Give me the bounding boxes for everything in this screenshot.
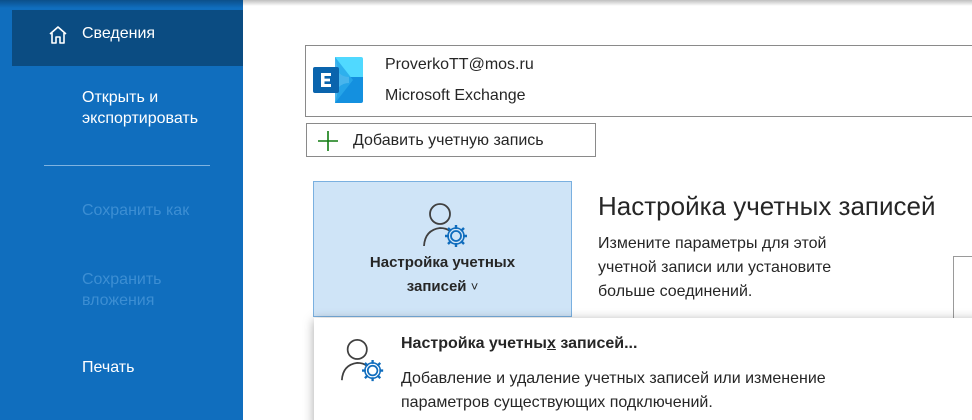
plus-icon bbox=[318, 131, 338, 151]
section-description-line2: учетной записи или установите bbox=[598, 259, 832, 276]
chevron-down-icon: ˅ bbox=[470, 279, 479, 294]
sidebar-item-print[interactable]: Печать bbox=[82, 357, 134, 378]
add-account-label: Добавить учетную запись bbox=[353, 132, 544, 149]
sidebar-item-info-label: Сведения bbox=[82, 25, 156, 42]
menu-item-title-accesskey: х bbox=[546, 335, 556, 352]
account-type: Microsoft Exchange bbox=[385, 87, 526, 104]
menu-item-account-settings[interactable]: Настройка учетных записей... bbox=[401, 333, 637, 355]
sidebar-divider bbox=[44, 165, 210, 166]
section-description-line1: Измените параметры для этой bbox=[598, 235, 827, 252]
section-title: Настройка учетных записей bbox=[598, 191, 936, 221]
menu-item-title-part1: Настройка учетны bbox=[401, 335, 547, 352]
sidebar-item-open-export-line1: Открыть и bbox=[82, 89, 159, 106]
account-settings-tile-line1: Настройка учетных bbox=[369, 254, 516, 271]
sidebar-item-save-attachments-line2: вложения bbox=[82, 292, 155, 309]
menu-item-title-part2: записей... bbox=[555, 335, 638, 352]
sidebar-top-shadow bbox=[0, 0, 243, 8]
sidebar-item-open-export-line2: экспортировать bbox=[82, 110, 199, 127]
account-settings-menu-icon bbox=[341, 338, 384, 382]
sidebar-item-save-attachments-line1: Сохранить bbox=[82, 271, 162, 288]
menu-item-description-line1: Добавление и удаление учетных записей ил… bbox=[401, 370, 826, 387]
home-icon bbox=[49, 26, 67, 44]
account-settings-tile-line2: записей ˅ bbox=[314, 276, 571, 298]
top-shadow bbox=[243, 0, 972, 6]
right-panel-frame bbox=[953, 256, 972, 327]
sidebar-item-open-export[interactable]: Открыть и экспортировать bbox=[82, 87, 198, 129]
exchange-logo-icon bbox=[313, 57, 363, 103]
account-settings-tile[interactable]: Настройка учетных записей ˅ bbox=[313, 181, 572, 317]
menu-item-description: Добавление и удаление учетных записей ил… bbox=[401, 367, 961, 415]
sidebar-item-save-attachments[interactable]: Сохранить вложения bbox=[82, 269, 162, 311]
menu-item-description-line2: параметров существующих подключений. bbox=[401, 394, 713, 411]
account-settings-icon bbox=[423, 203, 467, 247]
account-settings-tile-line2-text: записей bbox=[406, 278, 467, 295]
add-account-button[interactable]: Добавить учетную запись bbox=[306, 123, 596, 157]
outlook-backstage: Сведения Открыть и экспортировать Сохран… bbox=[0, 0, 972, 420]
sidebar-item-save-as[interactable]: Сохранить как bbox=[82, 200, 189, 221]
section-description: Измените параметры для этой учетной запи… bbox=[598, 232, 918, 304]
section-description-line3: больше соединений. bbox=[598, 283, 753, 300]
account-email: ProverkoTT@mos.ru bbox=[385, 56, 534, 73]
